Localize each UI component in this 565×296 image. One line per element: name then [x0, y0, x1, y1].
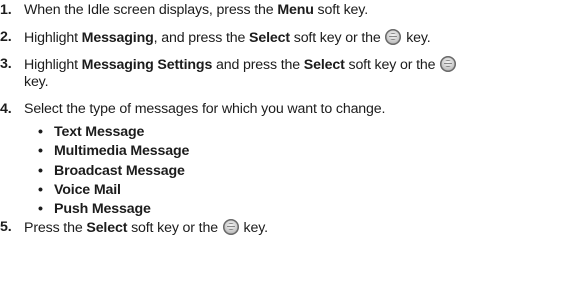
step-text: Press the Select soft key or the key.	[24, 219, 268, 236]
select-key-label: Select	[249, 30, 290, 46]
ok-key-icon	[440, 56, 457, 72]
bullet-item-broadcast-message: • Broadcast Message	[38, 163, 185, 179]
step-number: 2.	[0, 29, 12, 45]
ok-key-icon	[222, 219, 239, 235]
step-text: When the Idle screen displays, press the…	[24, 2, 368, 18]
step-number: 4.	[0, 101, 12, 117]
ok-key-icon	[385, 29, 402, 45]
instruction-page: 1. When the Idle screen displays, press …	[0, 0, 565, 296]
step-text: Highlight Messaging, and press the Selec…	[24, 29, 431, 46]
bullet-item-multimedia-message: • Multimedia Message	[38, 143, 190, 159]
messaging-settings-label: Messaging Settings	[81, 57, 213, 73]
step-number: 3.	[0, 56, 12, 72]
select-key-label: Select	[303, 57, 345, 73]
menu-key-label: Menu	[277, 2, 314, 18]
step-text: Highlight Messaging Settings and press t…	[24, 56, 563, 91]
step-text: Select the type of messages for which yo…	[24, 101, 386, 117]
bullet-item-push-message: • Push Message	[38, 201, 151, 217]
bullet-item-text-message: • Text Message	[38, 124, 145, 140]
messaging-label: Messaging	[81, 30, 154, 46]
select-key-label: Select	[86, 220, 128, 236]
step-number: 5.	[0, 219, 12, 235]
bullet-item-voice-mail: • Voice Mail	[38, 182, 121, 198]
step-number: 1.	[0, 2, 12, 18]
